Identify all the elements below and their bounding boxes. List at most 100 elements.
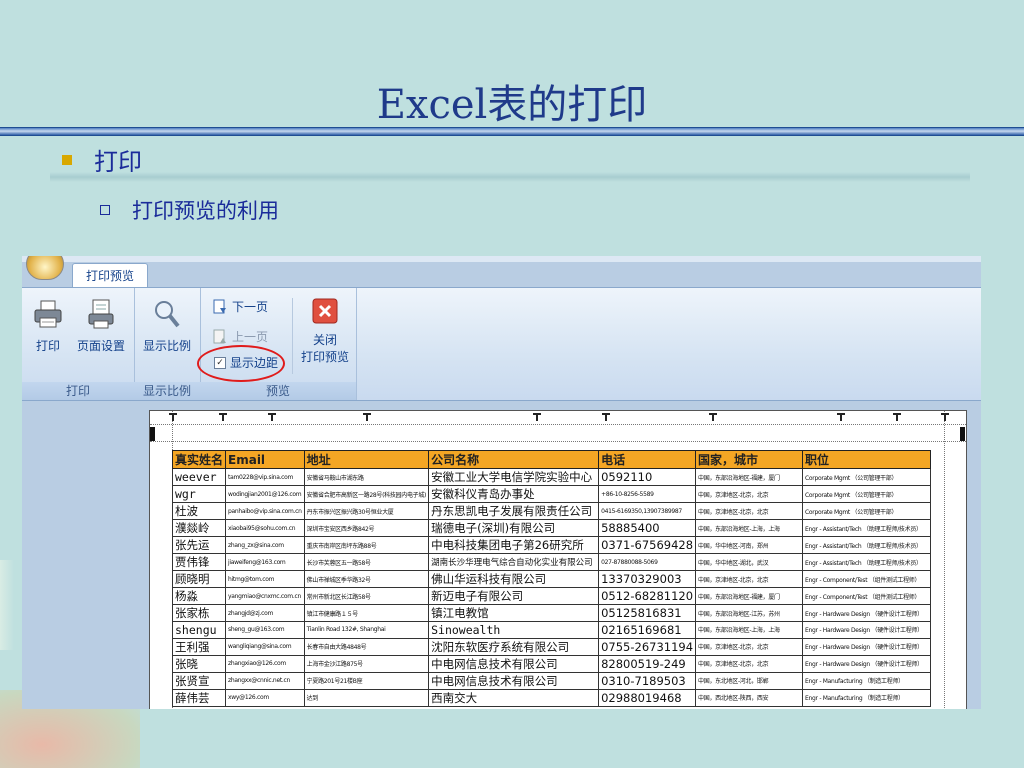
table-cell: 中国，东部沿海地区-福建，厦门 (695, 468, 804, 486)
bullet-square-icon (62, 154, 72, 165)
close-label-line2: 打印预览 (300, 350, 349, 364)
table-row: 贾伟锋 jiaweifeng@163.com 长沙市芙蓉区五一路58号 湖南长沙华理电… (171, 553, 932, 571)
next-page-button[interactable]: 下一页 (212, 298, 268, 315)
next-page-label: 下一页 (232, 300, 269, 314)
column-handle[interactable] (893, 413, 901, 421)
margin-line-right (944, 411, 945, 709)
print-button[interactable]: 打印 (28, 298, 68, 354)
table-cell: wangliqiang@sina.com (225, 637, 305, 656)
ribbon-group-print: 打印 页面设置 打印 (22, 288, 135, 400)
table-row: 张先运 zhang_zx@sina.com 重庆市南岸区南坪东路88号 中电科技集团电… (171, 536, 932, 554)
table-cell: Engr - Component/Test （组件测试工程师） (802, 570, 932, 588)
table-cell: 深圳市宝安区西乡路842号 (303, 519, 430, 537)
table-cell: 中国，京津地区-北京，北京 (695, 502, 804, 520)
table-cell: 瑞德电子(深圳)有限公司 (428, 519, 600, 537)
column-header: 地址 (303, 450, 430, 469)
table-cell: weever (171, 468, 227, 486)
margin-handle-left[interactable] (150, 427, 155, 441)
bullet-hollow-square-icon (100, 205, 110, 215)
bullet-level2-text: 打印预览的利用 (132, 199, 279, 223)
table-cell: 安徽科仪青岛办事处 (428, 485, 600, 503)
table-cell: 濮燚岭 (171, 519, 227, 537)
table-cell: 薛伟芸 (171, 688, 227, 707)
office-button-icon[interactable] (26, 256, 64, 280)
table-cell: Engr - Hardware Design （硬件设计工程师） (802, 654, 932, 673)
table-cell: zhangxiao@126.com (225, 654, 305, 673)
column-handle[interactable] (169, 413, 177, 421)
table-cell: 湖南长沙华理电气综合自动化实业有限公司 (428, 553, 600, 571)
window-top (22, 256, 981, 262)
table-row: shengu sheng_gu@163.com Tianlin Road 132#,… (171, 621, 932, 639)
page-setup-button[interactable]: 页面设置 (72, 298, 130, 354)
column-handle[interactable] (709, 413, 717, 421)
column-handle[interactable] (602, 413, 610, 421)
table-cell: 张先运 (171, 536, 227, 554)
table-cell: yangmiao@cnxmc.com.cn (225, 587, 305, 605)
table-cell: wgr (171, 485, 227, 503)
margin-handle-right[interactable] (960, 427, 965, 441)
column-header: 职位 (802, 450, 932, 469)
table-cell: 中国，京津地区-北京，北京 (695, 570, 804, 588)
table-cell: 0592110 (598, 468, 697, 486)
title-divider (0, 127, 1024, 136)
table-cell: Engr - Manufacturing （制造工程师） (802, 688, 932, 707)
table-cell: 中国，东部沿海地区-上海，上海 (695, 621, 804, 639)
table-cell: Engr - Hardware Design （硬件设计工程师） (802, 637, 932, 656)
table-cell: 中国，东北地区-河北，邯郸 (695, 671, 804, 690)
table-cell: 杜波 (171, 502, 227, 520)
table-cell: Engr - Hardware Design （硬件设计工程师） (802, 604, 932, 622)
table-cell: 张贤宣 (171, 671, 227, 690)
bullet-band (50, 172, 970, 182)
column-handle[interactable] (268, 413, 276, 421)
table-cell: 安徽省合肥市高新区一路28号(科技园内电子城) (303, 485, 430, 503)
table-row: 张晓 zhangxiao@126.com 上海市金沙江路875号 中电网信息技术有限公… (171, 654, 932, 673)
magnifier-icon (155, 301, 180, 328)
table-row: 濮燚岭 xiaobai95@sohu.com.cn 深圳市宝安区西乡路842号 瑞德电… (171, 519, 932, 537)
column-header: 国家，城市 (695, 450, 804, 469)
table-row: weever tam0228@vip.sina.com 安徽省马鞍山市湖东路 安徽工业… (171, 468, 932, 486)
table-row: 张贤宣 zhangxx@cnnic.net.cn 宁夏路201号21楼B座 中电网信息… (171, 671, 932, 690)
column-handle[interactable] (219, 413, 227, 421)
table-cell: jiaweifeng@163.com (225, 553, 305, 571)
zoom-label: 显示比例 (142, 339, 191, 353)
table-cell: 上海市金沙江路875号 (303, 654, 430, 673)
table-cell: sheng_gu@163.com (225, 621, 305, 639)
close-print-preview-button[interactable]: 关闭 打印预览 (296, 298, 354, 365)
table-row: wgr wodingjian2001@126.com 安徽省合肥市高新区一路28号(… (171, 485, 932, 503)
table-row: 顾晓明 hitmg@tom.com 佛山市禅城区季华路32号 佛山华运科技有限公司 13… (171, 570, 932, 588)
table-cell: 佛山市禅城区季华路32号 (303, 570, 430, 588)
table-cell: 中国，东部沿海地区-上海，上海 (695, 519, 804, 537)
column-handle[interactable] (941, 413, 949, 421)
table-cell: 中电网信息技术有限公司 (428, 654, 600, 673)
table-cell: 王利强 (171, 637, 227, 656)
column-handle[interactable] (363, 413, 371, 421)
table-cell: 佛山华运科技有限公司 (428, 570, 600, 588)
table-row: 杜波 panhaibo@vip.sina.com.cn 丹东市振兴区振兴路30号恒业… (171, 502, 932, 520)
highlight-circle (197, 345, 285, 382)
prev-page-icon (213, 329, 226, 343)
table-cell: +86-10-8256-5589 (598, 485, 697, 503)
table-cell: 长沙市芙蓉区五一路58号 (303, 553, 430, 571)
table-cell: wodingjian2001@126.com (225, 485, 305, 503)
table-row: 杨淼 yangmiao@cnxmc.com.cn 常州市新北区长江路58号 新迈电子有… (171, 587, 932, 605)
table-row: 张家栋 zhangjd@zj.com 镇江市健康路１５号 镇江电教馆 051258168… (171, 604, 932, 622)
table-cell: 镇江电教馆 (428, 604, 600, 622)
zoom-button[interactable]: 显示比例 (138, 298, 196, 354)
excel-print-preview-screenshot: 打印预览 打印 页面设置 打印 显示比例 显示比例 下一页 上一页 ✓ 显示边距… (22, 256, 981, 709)
spreadsheet-table: 真实姓名 Email 地址 公司名称 电话 国家，城市 职位 weever tam0228@v… (171, 450, 932, 707)
column-handle[interactable] (837, 413, 845, 421)
table-cell: 沈阳东软医疗系统有限公司 (428, 637, 600, 656)
table-cell: shengu (171, 621, 227, 639)
table-cell: Engr - Assistant/Tech （助理工程师/技术员） (802, 536, 932, 554)
table-cell: 0415-6169350,13907389987 (598, 502, 697, 520)
column-handle[interactable] (533, 413, 541, 421)
tab-print-preview[interactable]: 打印预览 (72, 263, 148, 288)
table-cell: 中国，京津地区-北京，北京 (695, 654, 804, 673)
prev-page-button[interactable]: 上一页 (212, 328, 268, 345)
table-cell: 13370329003 (598, 570, 697, 588)
close-icon (312, 298, 338, 324)
table-cell: 02988019468 (598, 688, 697, 707)
table-cell: xiaobai95@sohu.com.cn (225, 519, 305, 537)
table-cell: 重庆市南岸区南坪东路88号 (303, 536, 430, 554)
table-cell: hitmg@tom.com (225, 570, 305, 588)
